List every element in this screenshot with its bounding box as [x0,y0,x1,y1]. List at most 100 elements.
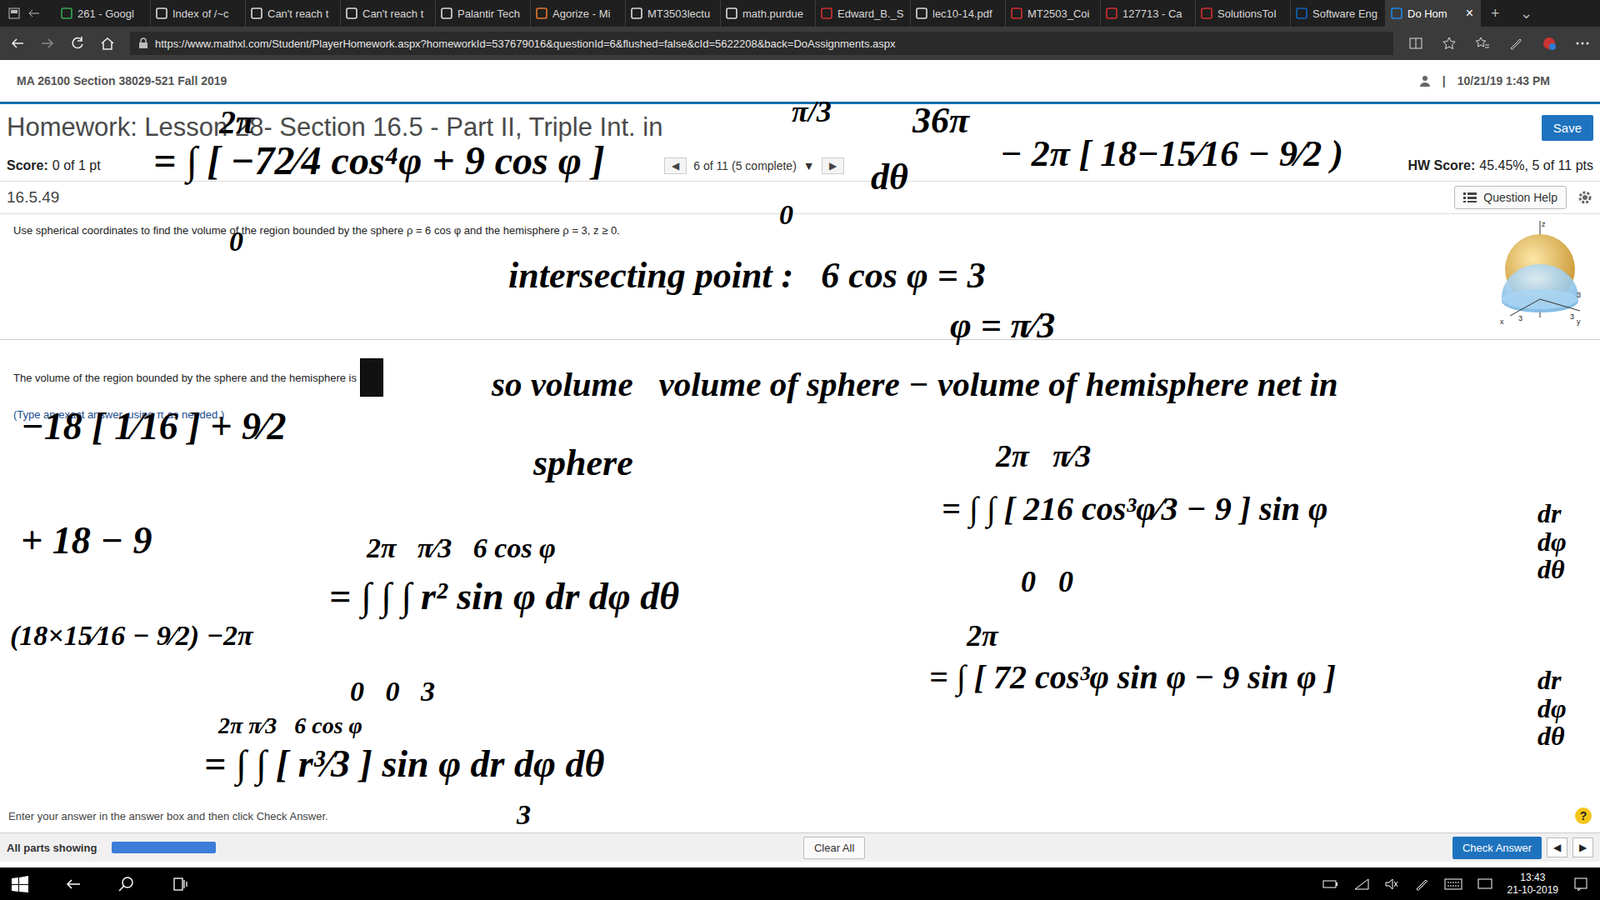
tab-label: Index of /~c [172,7,240,20]
browser-tab[interactable]: Palantir Tech [435,0,531,27]
footer-bar: All parts showingClear AllCheck Answer◀▶ [0,832,1600,862]
favicon-icon [1105,7,1118,20]
notes-icon[interactable] [1508,35,1524,51]
browser-tab[interactable]: Index of /~c [150,0,246,27]
prev-button[interactable]: ◀ [1546,837,1568,858]
search-icon[interactable] [118,875,135,893]
keyboard-icon[interactable] [1444,878,1463,890]
favicon-icon [60,7,73,20]
gear-icon[interactable] [1576,189,1594,206]
question-dropdown[interactable]: ▼ [803,159,815,173]
handwritten-note: sphere [533,444,634,483]
task-view-icon[interactable] [171,875,189,893]
browser-tab[interactable]: 127713 - Ca [1100,0,1196,27]
favorite-icon[interactable] [1441,35,1457,51]
handwritten-note: 2π [966,620,999,653]
progress-track [111,841,216,854]
url-field[interactable]: https://www.mathxl.com/Student/PlayerHom… [130,31,1394,55]
handwritten-note: 0 0 [1020,566,1074,599]
help-button[interactable]: ? [1575,807,1592,825]
homework-page: MA 26100 Section 38029-521 Fall 2019|10/… [0,60,1600,868]
close-tab-button[interactable]: × [1464,5,1475,21]
question-text: Use spherical coordinates to find the vo… [13,214,620,340]
taskbar: 13:4321-10-2019 [0,867,1600,900]
tab-label: 261 - Googl [77,7,145,20]
course-title: MA 26100 Section 38029-521 Fall 2019 [16,74,227,88]
clear-all-button[interactable]: Clear All [803,836,865,860]
battery-icon[interactable] [1322,878,1340,890]
handwritten-note: 2π π⁄3 6 cos φ [366,533,556,564]
browser-tab[interactable]: Edward_B._S [815,0,911,27]
tab-label: SolutionsToI [1217,7,1285,20]
browser-tab[interactable]: 261 - Googl [55,0,151,27]
save-button[interactable]: Save [1541,115,1594,141]
user-icon[interactable] [1419,75,1431,87]
more-icon[interactable] [1575,35,1590,51]
question-number-row: 16.5.49Question Help [0,181,1600,215]
score-label: Score: [6,158,49,174]
handwritten-note: 0 0 3 [350,676,435,707]
refresh-icon[interactable] [70,35,85,51]
title-row: Homework: Lesson 28- Section 16.5 - Part… [0,104,1600,151]
next-question-button[interactable]: ▶ [821,157,845,175]
windows-icon[interactable] [11,875,29,893]
extension-icon[interactable] [1541,35,1557,51]
axis-label: x [1500,317,1505,326]
answer-box[interactable] [360,358,384,397]
browser-tab[interactable]: Agorize - Mi [530,0,626,27]
handwritten-note: = ∫ ∫ ∫ r² sin φ dr dφ dθ [329,576,680,617]
wifi-icon[interactable] [1354,877,1370,891]
check-answer-button[interactable]: Check Answer [1452,836,1542,860]
tab-menu-button[interactable]: ⌄ [1510,0,1543,27]
reading-view-icon[interactable] [1408,35,1424,51]
time: 13:43 [1520,871,1545,885]
handwritten-note: + 18 − 9 [20,520,153,561]
browser-tab[interactable]: Can't reach t [245,0,341,27]
forward-icon[interactable] [40,35,55,51]
browser-tab[interactable]: lec10-14.pdf [910,0,1006,27]
browser-tab[interactable]: Can't reach t [340,0,436,27]
tab-label: Palantir Tech [457,7,525,20]
favorites-list-icon[interactable] [1475,35,1490,51]
tab-bar: 261 - Googl Index of /~c Can't reach t Can'… [0,0,1600,27]
question-help-button[interactable]: Question Help [1454,185,1567,210]
favicon-icon [1390,7,1403,20]
handwritten-note: φ = π⁄3 [950,306,1055,345]
browser-tab[interactable]: math.purdue [720,0,816,27]
tab-actions-icon[interactable] [8,7,20,20]
question-position[interactable]: 6 of 11 (5 complete) [693,159,796,173]
favicon-icon [820,7,833,20]
handwritten-note: 3 [516,800,531,830]
desktop-icon[interactable] [1477,877,1493,891]
next-button[interactable]: ▶ [1572,837,1594,858]
hw-score-value: 45.45%, 5 of 11 pts [1479,158,1594,174]
instruction-row: Enter your answer in the answer box and … [0,807,1600,833]
browser-tab[interactable]: MT2503_Coi [1005,0,1101,27]
tab-label: Agorize - Mi [552,7,620,20]
prev-question-button[interactable]: ◀ [664,157,687,175]
browser-tab[interactable]: Do Hom× [1385,0,1481,27]
favicon-icon [1295,7,1308,20]
volume-icon[interactable] [1384,877,1400,891]
favicon-icon [250,7,263,20]
hw-score: HW Score:45.45%, 5 of 11 pts [1407,158,1594,174]
score-row: Score:0 of 1 pt◀6 of 11 (5 complete)▼▶HW… [0,150,1600,182]
back-icon[interactable] [10,35,25,51]
new-tab-button[interactable]: + [1480,0,1510,27]
tab-label: lec10-14.pdf [932,7,1000,20]
browser-tab[interactable]: MT3503lectu [625,0,721,27]
browser-tab[interactable]: Software Eng [1290,0,1386,27]
clock[interactable]: 13:4321-10-2019 [1507,871,1559,897]
radius-label: 3 [1570,312,1575,321]
radius-label: 3 [1576,290,1581,300]
back-icon[interactable] [65,875,82,893]
tab-label: Can't reach t [362,7,430,20]
browser-tab[interactable]: SolutionsToI [1195,0,1291,27]
handwritten-note: = ∫ [ 72 cos³φ sin φ − 9 sin φ ] [929,660,1336,695]
home-icon[interactable] [100,35,115,51]
tab-label: MT3503lectu [647,7,715,20]
notifications-icon[interactable] [1573,876,1589,892]
list-icon [1463,192,1477,203]
pen-icon[interactable] [1414,876,1430,892]
back-tabs-icon[interactable] [28,7,40,20]
